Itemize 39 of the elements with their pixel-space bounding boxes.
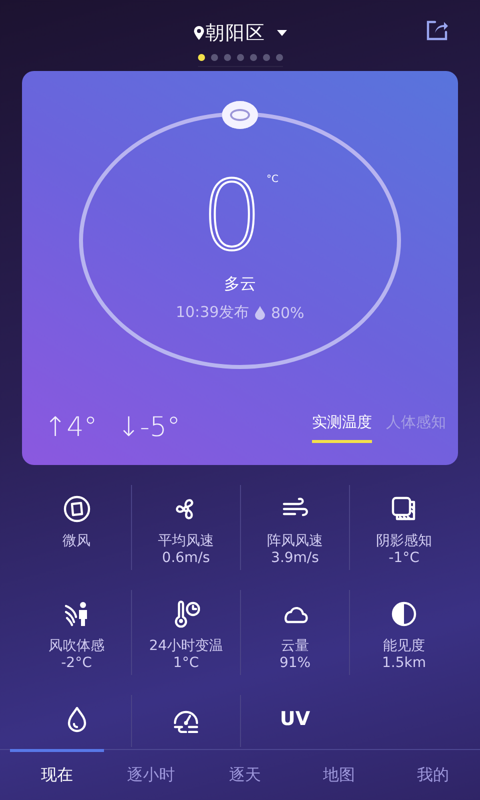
share-icon[interactable] bbox=[425, 19, 449, 41]
detail-value: 91% bbox=[279, 655, 311, 672]
detail-label: 微风 bbox=[62, 533, 90, 550]
weather-condition: 多云 bbox=[224, 274, 256, 295]
temperature-mode-tab[interactable]: 实测温度 bbox=[312, 413, 372, 443]
low-temperature: ↓-5° bbox=[117, 412, 180, 443]
detail-value: -2°C bbox=[61, 655, 92, 672]
nav-tab[interactable]: 我的 bbox=[386, 749, 480, 798]
detail-label: 阵风风速 bbox=[267, 533, 323, 550]
caret-icon bbox=[276, 30, 286, 36]
nav-tab[interactable]: 逐天 bbox=[198, 749, 292, 798]
detail-value: 1°C bbox=[173, 655, 199, 672]
nav-tab[interactable]: 现在 bbox=[10, 749, 104, 798]
uv-label: UV bbox=[280, 707, 310, 732]
nav-tab[interactable]: 逐小时 bbox=[104, 749, 198, 798]
temperature: 0 bbox=[201, 168, 263, 264]
detail-value: 0.6m/s bbox=[162, 550, 210, 567]
high-temperature: ↑4° bbox=[44, 412, 98, 443]
temperature-unit: °C bbox=[266, 174, 279, 185]
detail-label: 阴影感知 bbox=[376, 533, 432, 550]
thermometer-clock-icon bbox=[172, 600, 200, 628]
humidity: 80% bbox=[270, 304, 304, 322]
detail-label: 平均风速 bbox=[158, 533, 214, 550]
publish-time: 10:39发布 bbox=[176, 303, 249, 322]
location-selector[interactable]: 朝阳区 bbox=[194, 20, 286, 46]
detail-value: 3.9m/s bbox=[271, 550, 319, 567]
ring-knob[interactable] bbox=[222, 101, 258, 129]
contrast-icon bbox=[390, 600, 418, 628]
layered-squares-icon bbox=[390, 495, 418, 523]
location-pin-icon bbox=[194, 26, 204, 40]
detail-label: 能见度 bbox=[383, 638, 425, 655]
detail-value: -1°C bbox=[388, 550, 420, 567]
detail-label: 风吹体感 bbox=[48, 638, 104, 655]
detail-label: 24小时变温 bbox=[149, 638, 223, 655]
detail-value: 1.5km bbox=[382, 655, 426, 672]
drop-icon bbox=[254, 306, 266, 320]
compass-icon bbox=[62, 495, 90, 523]
detail-label: 云量 bbox=[281, 638, 309, 655]
nav-tab[interactable]: 地图 bbox=[292, 749, 386, 798]
